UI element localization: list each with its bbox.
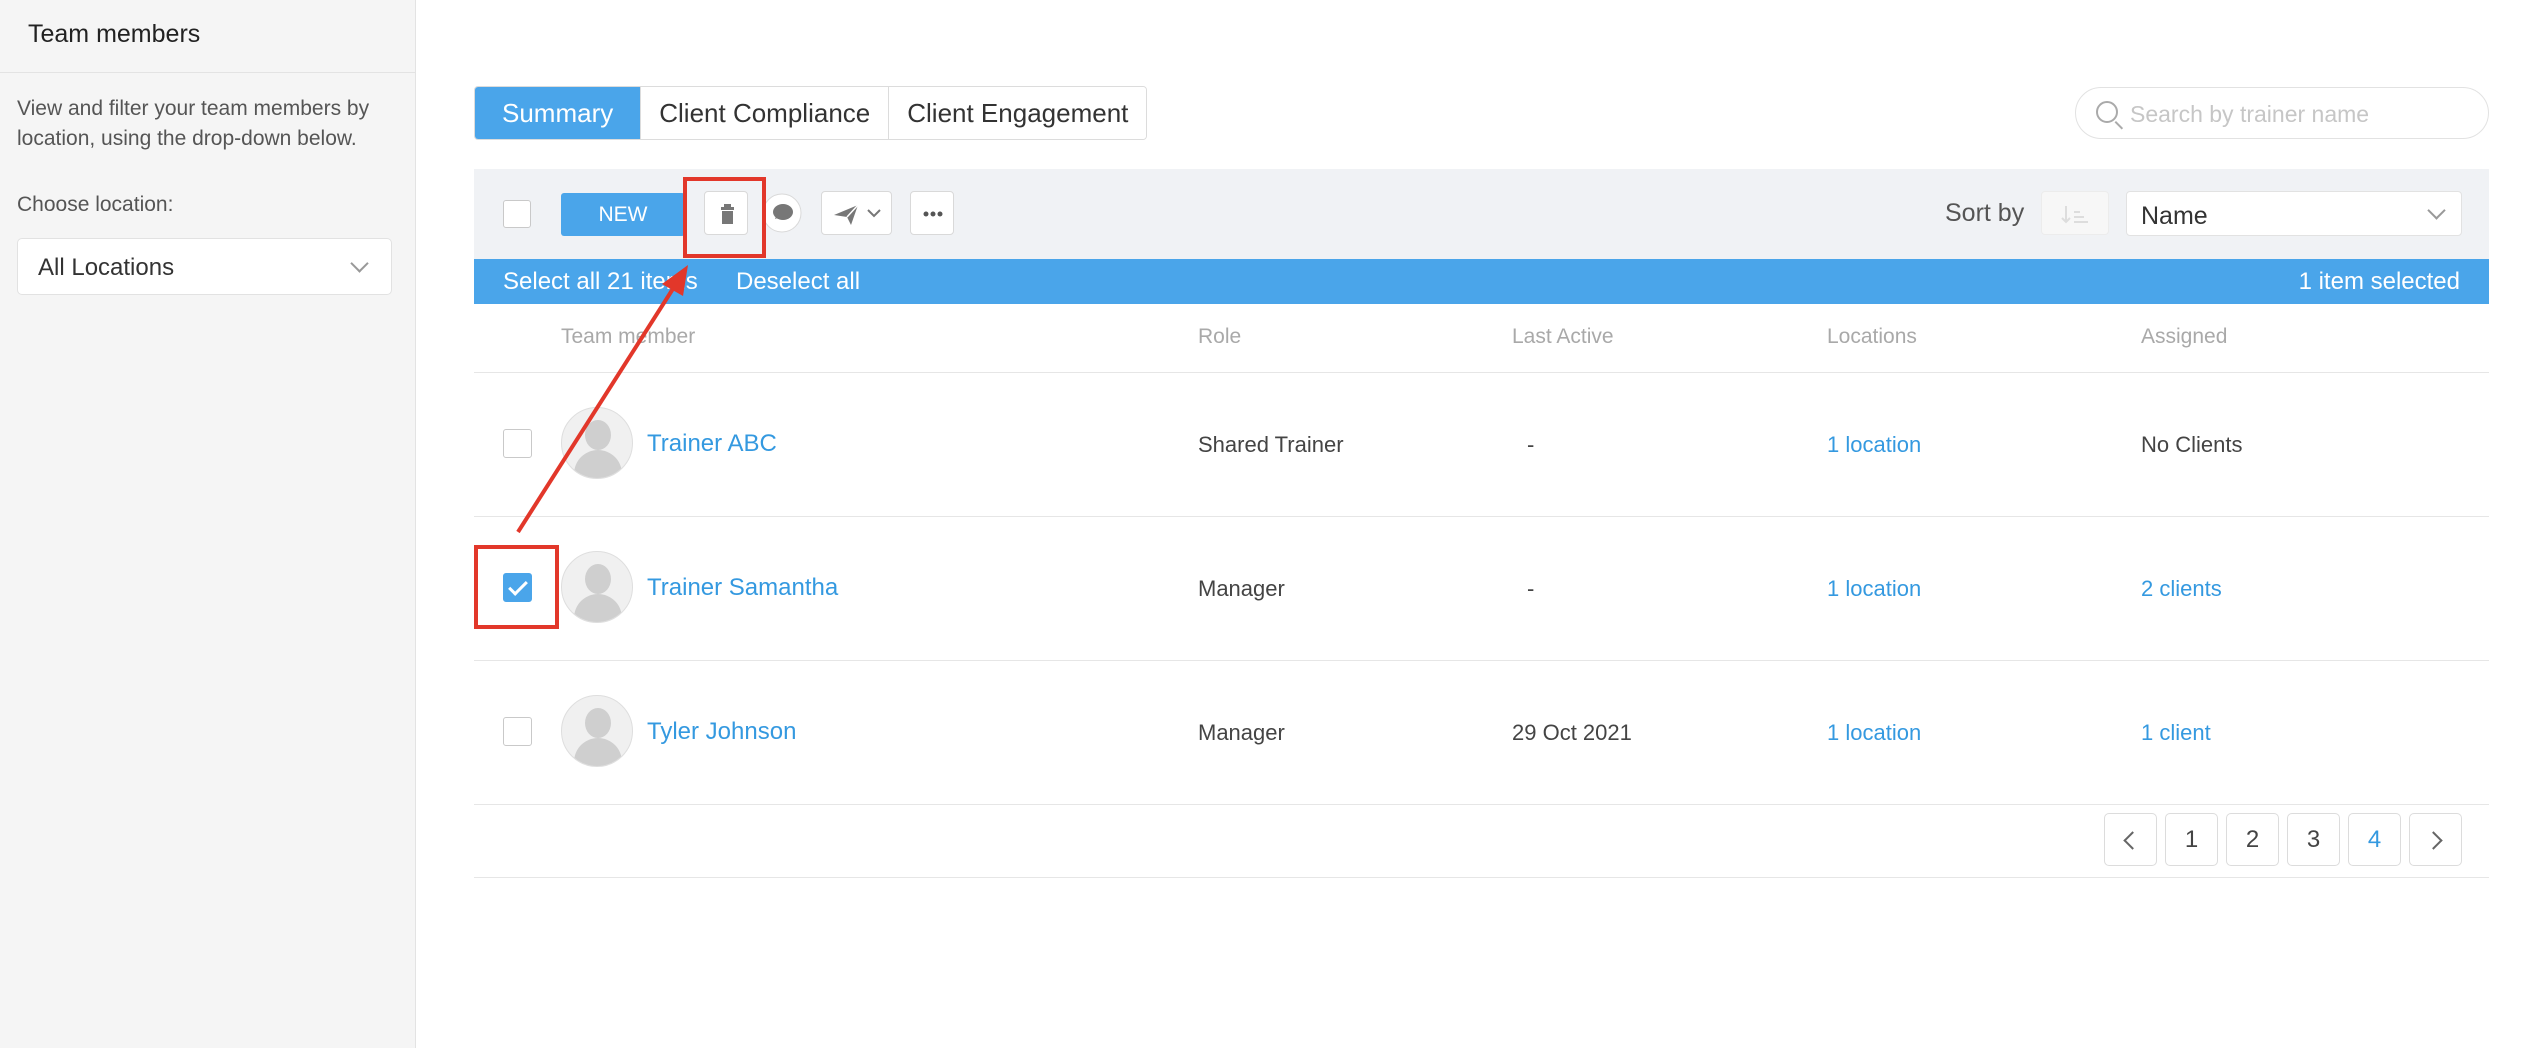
annotation-arrow xyxy=(516,265,688,534)
